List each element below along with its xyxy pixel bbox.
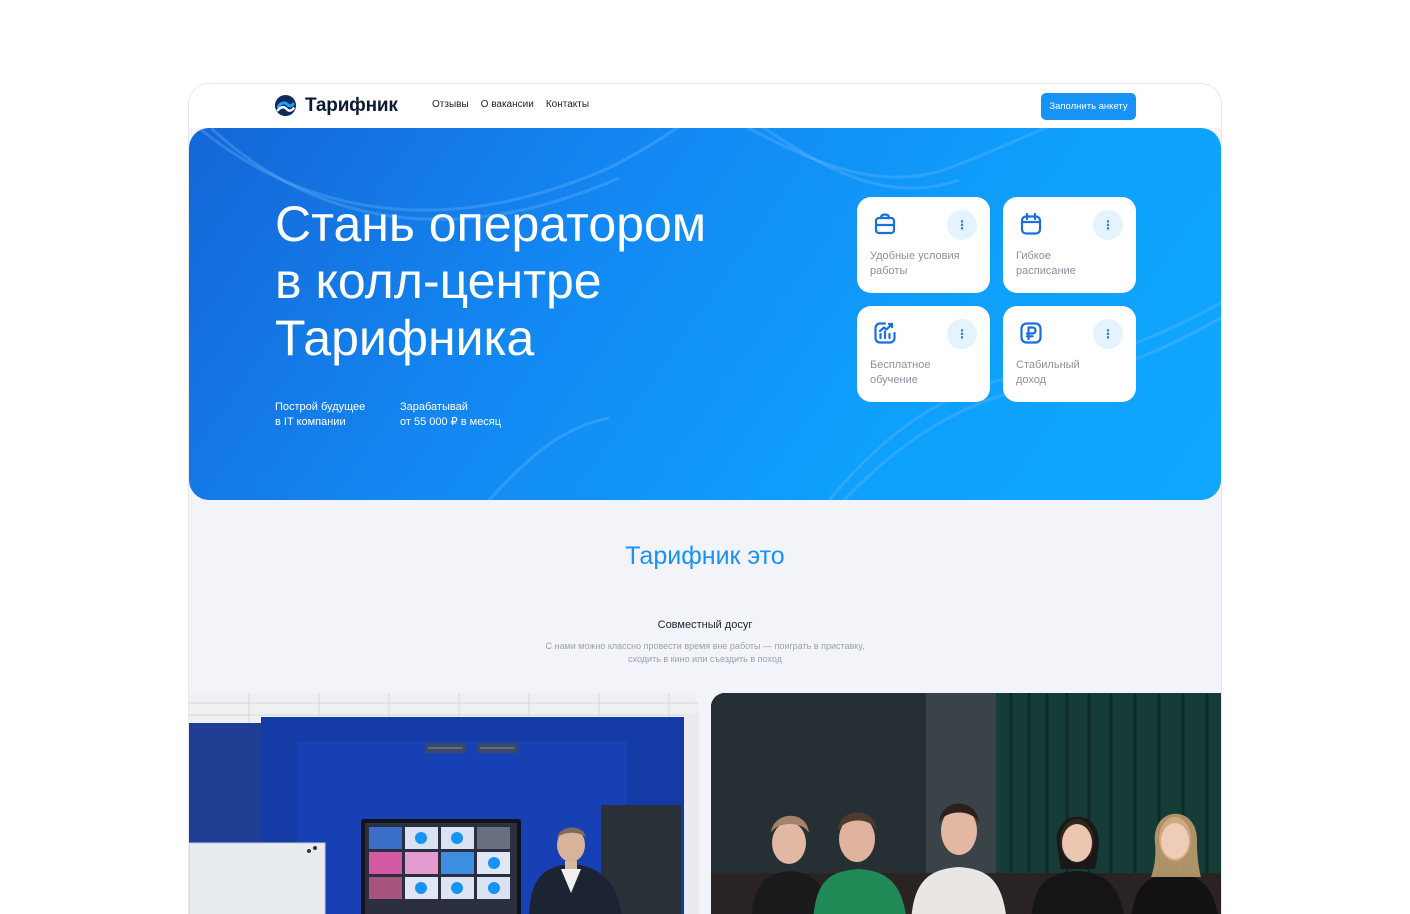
hero-title-line-1: Стань оператором bbox=[275, 196, 707, 252]
feature-card-label: Бесплатное обучение bbox=[870, 358, 982, 388]
hero-subtitle-salary: Зарабатывай от 55 000 ₽ в месяц bbox=[400, 400, 501, 430]
hero-subtitle-future-line-1: Построй будущее bbox=[275, 401, 366, 413]
hero-subtitle-salary-line-1: Зарабатывай bbox=[400, 401, 468, 413]
feature-card-label: Стабильный доход bbox=[1016, 358, 1128, 388]
leisure-title: Совместный досуг bbox=[657, 619, 753, 631]
leisure-description-line-1: С нами можно классно провести время вне … bbox=[545, 641, 865, 651]
feature-card-label: Удобные условия работы bbox=[870, 249, 982, 279]
feature-card-training: ⋮ Бесплатное обучение bbox=[857, 306, 990, 402]
brand-name: Тарифник bbox=[305, 94, 398, 116]
about-section-title: Тарифник это bbox=[625, 542, 785, 570]
feature-card-conditions: ⋮ Удобные условия работы bbox=[857, 197, 990, 293]
brand-logo-icon bbox=[274, 94, 297, 117]
feature-card-label: Гибкое расписание bbox=[1016, 249, 1128, 279]
nav-links: Отзывы О вакансии Контакты bbox=[432, 99, 589, 110]
hero-banner: Стань оператором в колл-центре Тарифника… bbox=[189, 128, 1221, 500]
feature-card-menu-button[interactable]: ⋮ bbox=[947, 210, 977, 240]
top-navbar: Тарифник Отзывы О вакансии Контакты Запо… bbox=[189, 84, 1221, 128]
chart-growth-icon bbox=[874, 322, 896, 344]
feature-card-label-line-1: Гибкое bbox=[1016, 250, 1051, 262]
hero-title-line-3: Тарифника bbox=[275, 310, 535, 366]
hero-title-line-2: в колл-центре bbox=[275, 253, 602, 309]
hero-subtitle-future: Построй будущее в IT компании bbox=[275, 400, 365, 430]
office-meeting-illustration bbox=[189, 693, 699, 914]
feature-card-menu-button[interactable]: ⋮ bbox=[947, 319, 977, 349]
feature-card-label-line-2: обучение bbox=[870, 374, 918, 386]
briefcase-icon bbox=[874, 213, 896, 235]
team-leisure-illustration bbox=[711, 693, 1221, 914]
feature-card-label-line-2: доход bbox=[1016, 374, 1047, 386]
nav-link-contacts[interactable]: Контакты bbox=[546, 99, 589, 110]
nav-link-reviews[interactable]: Отзывы bbox=[432, 99, 469, 110]
feature-card-menu-button[interactable]: ⋮ bbox=[1093, 319, 1123, 349]
feature-card-label-line-1: Стабильный bbox=[1016, 359, 1080, 371]
hero-subtitle-salary-line-2: от 55 000 ₽ в месяц bbox=[400, 416, 502, 428]
hero-subtitle-future-line-2: в IT компании bbox=[275, 416, 346, 428]
fill-application-button[interactable]: Заполнить анкету bbox=[1041, 93, 1136, 120]
ruble-icon bbox=[1020, 322, 1042, 344]
leisure-description-line-2: сходить в кино или съездить в поход bbox=[628, 654, 782, 664]
page-frame: Тарифник Отзывы О вакансии Контакты Запо… bbox=[189, 84, 1221, 914]
calendar-icon bbox=[1020, 212, 1042, 235]
photo-office-meeting bbox=[189, 693, 699, 914]
feature-card-income: ⋮ Стабильный доход bbox=[1003, 306, 1136, 402]
feature-card-schedule: ⋮ Гибкое расписание bbox=[1003, 197, 1136, 293]
hero-title: Стань оператором в колл-центре Тарифника bbox=[275, 196, 835, 367]
photo-team-leisure bbox=[711, 693, 1221, 914]
nav-link-vacancy[interactable]: О вакансии bbox=[481, 99, 534, 110]
feature-card-label-line-2: расписание bbox=[1016, 265, 1076, 277]
feature-card-label-line-1: Удобные условия bbox=[870, 250, 960, 262]
feature-card-label-line-1: Бесплатное bbox=[870, 359, 931, 371]
leisure-description: С нами можно классно провести время вне … bbox=[505, 640, 905, 666]
feature-card-label-line-2: работы bbox=[870, 265, 908, 277]
feature-card-menu-button[interactable]: ⋮ bbox=[1093, 210, 1123, 240]
brand-logo[interactable]: Тарифник bbox=[274, 94, 398, 117]
